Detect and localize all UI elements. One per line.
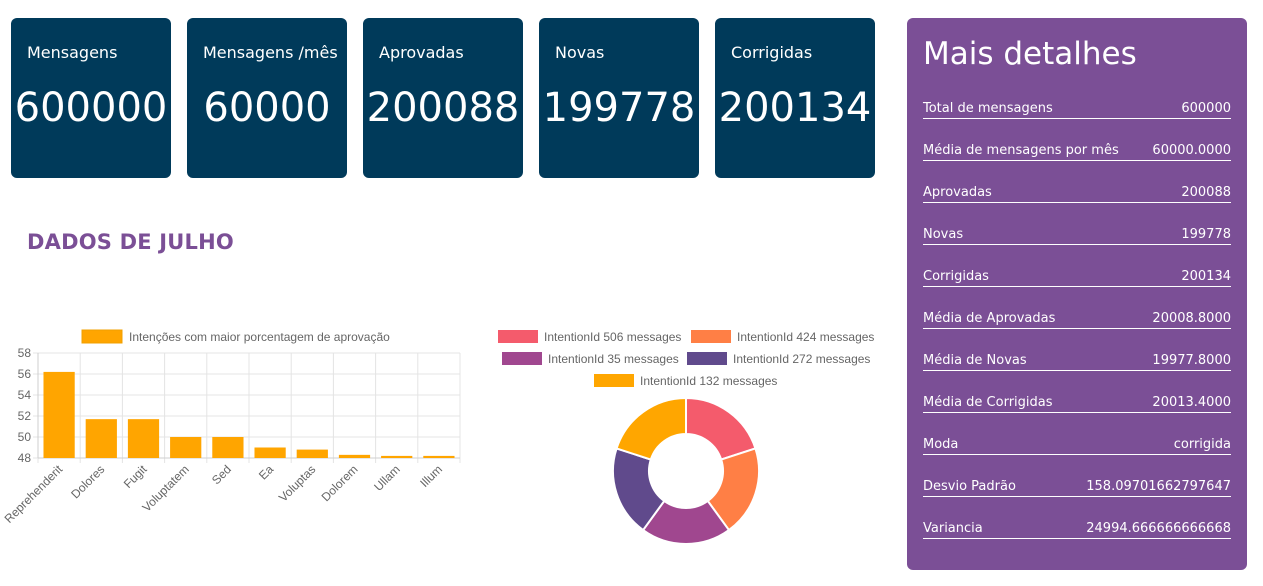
- x-tick-label: Dolorem: [319, 462, 361, 504]
- detail-row-corrigidas: Corrigidas 200134: [923, 269, 1231, 287]
- card-value: 200088: [366, 85, 520, 131]
- bar: [43, 371, 75, 458]
- x-tick-label: Reprehenderit: [2, 462, 66, 526]
- bar: [85, 419, 117, 458]
- detail-label: Corrigidas: [923, 269, 989, 284]
- legend-swatch: [502, 352, 542, 365]
- bar: [296, 449, 328, 458]
- detail-label: Moda: [923, 437, 959, 452]
- detail-label: Aprovadas: [923, 185, 992, 200]
- legend-swatch: [594, 374, 634, 387]
- detail-value: 24994.666666666668: [1086, 521, 1231, 536]
- doughnut-chart: IntentionId 506 messages IntentionId 424 …: [498, 330, 874, 545]
- legend-label: Intenções com maior porcentagem de aprov…: [129, 330, 390, 344]
- x-tick-label: Voluptas: [276, 462, 318, 504]
- detail-value: 600000: [1181, 101, 1231, 116]
- legend-label: IntentionId 132 messages: [640, 374, 777, 388]
- card-label: Novas: [555, 43, 605, 62]
- y-tick-label: 52: [18, 409, 32, 423]
- detail-row-media-aprovadas: Média de Aprovadas 20008.8000: [923, 311, 1231, 329]
- bar: [423, 455, 455, 458]
- card-aprovadas: Aprovadas 200088: [363, 18, 523, 178]
- y-tick-label: 58: [18, 346, 32, 360]
- detail-value: 199778: [1181, 227, 1231, 242]
- legend-swatch: [81, 329, 123, 344]
- detail-row-media-novas: Média de Novas 19977.8000: [923, 353, 1231, 371]
- details-title: Mais detalhes: [923, 36, 1137, 72]
- x-tick-label: Dolores: [68, 462, 107, 501]
- detail-row-aprovadas: Aprovadas 200088: [923, 185, 1231, 203]
- bar: [170, 437, 202, 458]
- detail-value: 20008.8000: [1152, 311, 1231, 326]
- card-label: Mensagens /mês: [203, 43, 338, 62]
- y-tick-label: 54: [18, 388, 32, 402]
- legend-swatch: [691, 330, 731, 343]
- x-tick-label: Ea: [256, 462, 277, 483]
- card-novas: Novas 199778: [539, 18, 699, 178]
- detail-label: Média de Aprovadas: [923, 311, 1056, 326]
- detail-label: Novas: [923, 227, 964, 242]
- card-label: Mensagens: [27, 43, 118, 62]
- card-mensagens-mes: Mensagens /mês 60000: [187, 18, 347, 178]
- bar: [381, 455, 413, 458]
- legend-swatch: [498, 330, 538, 343]
- detail-label: Desvio Padrão: [923, 479, 1016, 494]
- legend-label: IntentionId 35 messages: [548, 352, 679, 366]
- doughnut-slice: [615, 396, 687, 461]
- card-mensagens: Mensagens 600000: [11, 18, 171, 178]
- detail-value: 200134: [1181, 269, 1231, 284]
- y-tick-label: 48: [18, 451, 32, 465]
- bar: [212, 437, 244, 458]
- detail-row-desvio-padrao: Desvio Padrão 158.09701662797647: [923, 479, 1231, 497]
- detail-value: 20013.4000: [1152, 395, 1231, 410]
- detail-value: 200088: [1181, 185, 1231, 200]
- y-tick-label: 50: [18, 430, 32, 444]
- bar-chart: Intenções com maior porcentagem de aprov…: [2, 329, 461, 526]
- card-label: Corrigidas: [731, 43, 813, 62]
- detail-label: Média de Novas: [923, 353, 1027, 368]
- detail-value: corrigida: [1173, 437, 1231, 452]
- bar: [254, 447, 286, 458]
- legend-swatch: [687, 352, 727, 365]
- detail-value: 19977.8000: [1152, 353, 1231, 368]
- doughnut-slice: [685, 396, 757, 461]
- bar: [338, 454, 371, 458]
- card-value: 60000: [203, 85, 331, 131]
- x-tick-label: Illum: [417, 462, 445, 490]
- x-tick-label: Sed: [209, 462, 234, 487]
- legend-label: IntentionId 506 messages: [544, 330, 681, 344]
- card-value: 200134: [718, 85, 872, 131]
- detail-label: Variancia: [923, 521, 983, 536]
- card-label: Aprovadas: [379, 43, 464, 62]
- detail-row-novas: Novas 199778: [923, 227, 1231, 245]
- detail-row-media-corrigidas: Média de Corrigidas 20013.4000: [923, 395, 1231, 413]
- y-tick-label: 56: [18, 367, 32, 381]
- x-tick-label: Ullam: [371, 462, 403, 494]
- detail-row-total: Total de mensagens 600000: [923, 101, 1231, 119]
- legend-label: IntentionId 424 messages: [737, 330, 874, 344]
- detail-value: 60000.0000: [1152, 143, 1231, 158]
- detail-row-variancia: Variancia 24994.666666666668: [923, 521, 1231, 539]
- card-value: 199778: [542, 85, 696, 131]
- detail-value: 158.09701662797647: [1086, 479, 1231, 494]
- section-title: DADOS DE JULHO: [27, 230, 234, 254]
- card-corrigidas: Corrigidas 200134: [715, 18, 875, 178]
- details-panel: Mais detalhes Total de mensagens 600000 …: [907, 18, 1247, 570]
- card-value: 600000: [14, 85, 168, 131]
- detail-label: Média de Corrigidas: [923, 395, 1053, 410]
- x-tick-label: Fugit: [121, 462, 150, 491]
- bar: [127, 419, 160, 458]
- detail-row-media-mes: Média de mensagens por mês 60000.0000: [923, 143, 1231, 161]
- detail-label: Total de mensagens: [923, 101, 1053, 116]
- detail-row-moda: Moda corrigida: [923, 437, 1231, 455]
- detail-label: Média de mensagens por mês: [923, 143, 1119, 158]
- legend-label: IntentionId 272 messages: [733, 352, 870, 366]
